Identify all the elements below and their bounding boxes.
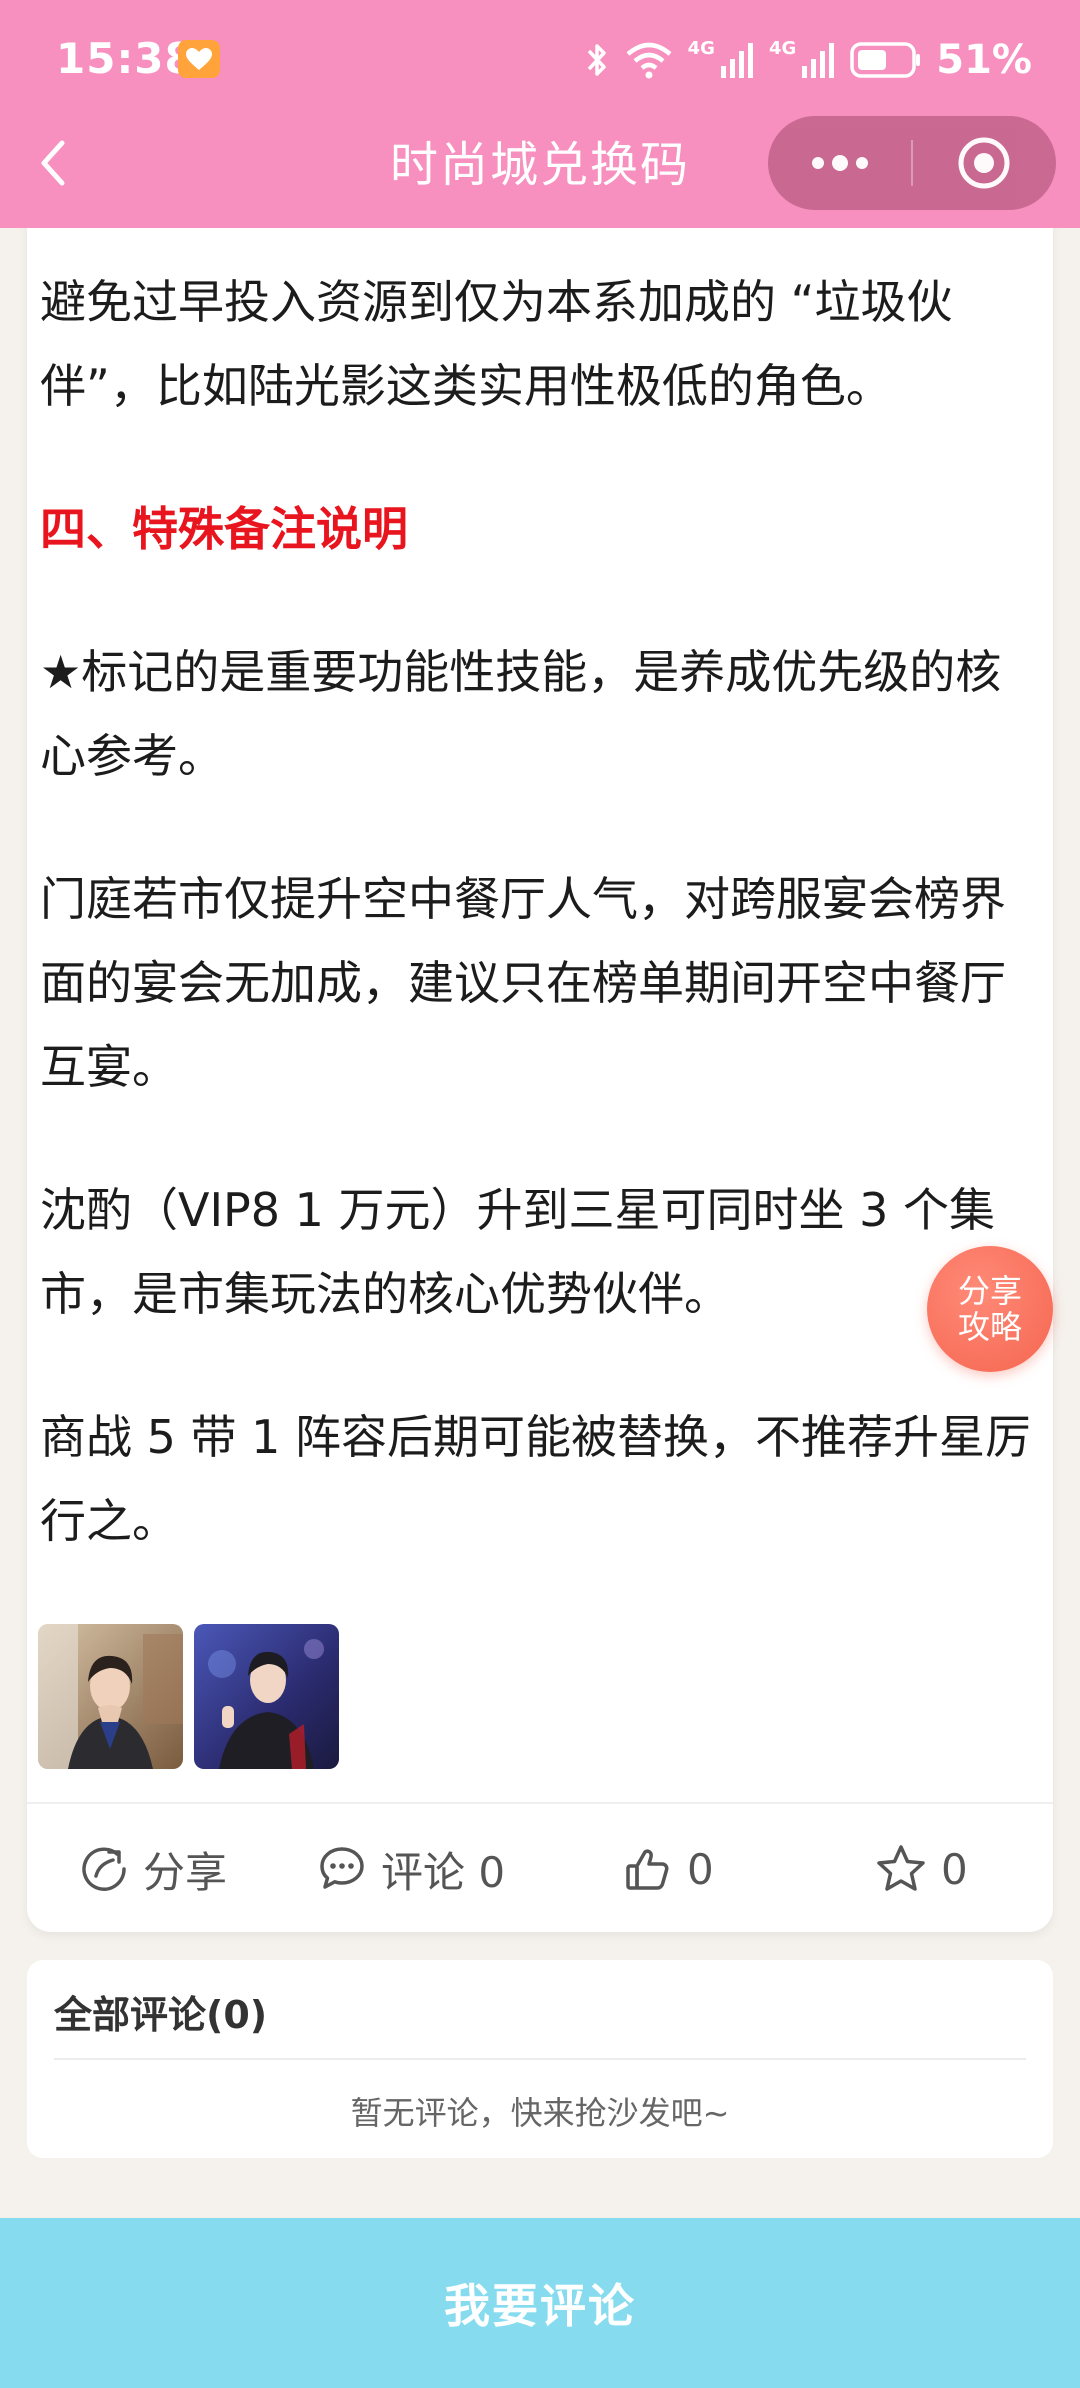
article-paragraph: 沈酌（VIP8 1 万元）升到三星可同时坐 3 个集市，是市集玩法的核心优势伙伴… <box>40 1183 996 1321</box>
more-button[interactable] <box>768 116 912 210</box>
favorite-action[interactable]: 0 <box>875 1804 968 1934</box>
character-thumbnail[interactable] <box>194 1624 339 1769</box>
article-paragraph: 商战 5 带 1 阵容后期可能被替换，不推荐升星厉行之。 <box>40 1410 1032 1548</box>
comment-action[interactable]: 评论 0 <box>317 1804 505 1934</box>
article-images <box>38 1624 339 1769</box>
heart-app-icon <box>178 40 220 78</box>
like-action[interactable]: 0 <box>623 1804 714 1934</box>
network-label-1: 4G <box>687 37 715 59</box>
status-time: 15:38 <box>56 34 195 83</box>
share-guide-line1: 分享 <box>957 1272 1022 1310</box>
bluetooth-icon <box>587 44 606 76</box>
battery-icon <box>850 42 921 78</box>
signal-icon <box>802 43 835 78</box>
close-mini-program-button[interactable] <box>912 116 1056 210</box>
mini-program-capsule <box>768 116 1056 210</box>
share-action[interactable]: 分享 <box>79 1804 227 1934</box>
share-icon <box>82 1847 126 1891</box>
share-label: 分享 <box>143 1847 228 1897</box>
comment-bubble-icon <box>320 1847 364 1889</box>
article-card: 避免过早投入资源到仅为本系加成的 “垃圾伙伴”，比如陆光影这类实用性极低的角色。… <box>27 190 1053 1932</box>
target-circle-icon <box>958 137 1010 189</box>
thumbs-up-icon <box>626 1849 669 1890</box>
article-paragraph: ★标记的是重要功能性技能，是养成优先级的核心参考。 <box>40 645 1002 783</box>
favorite-count: 0 <box>941 1844 968 1894</box>
share-guide-line2: 攻略 <box>957 1308 1022 1346</box>
battery-percent: 51% <box>936 37 1032 83</box>
comments-empty-text: 暂无评论，快来抢沙发吧~ <box>350 2094 730 2132</box>
share-guide-button[interactable]: 分享 攻略 <box>927 1246 1053 1372</box>
network-label-2: 4G <box>768 37 797 59</box>
comments-section: 全部评论(0) 暂无评论，快来抢沙发吧~ <box>27 1960 1053 2158</box>
article-paragraph: 避免过早投入资源到仅为本系加成的 “垃圾伙伴”，比如陆光影这类实用性极低的角色。 <box>40 275 953 413</box>
section-heading: 四、特殊备注说明 <box>40 502 408 556</box>
divider <box>54 2058 1026 2060</box>
wifi-icon <box>626 42 672 79</box>
like-count: 0 <box>687 1844 714 1894</box>
article-action-bar: 分享 评论 0 0 0 <box>27 1802 1053 1932</box>
article-body: 避免过早投入资源到仅为本系加成的 “垃圾伙伴”，比如陆光影这类实用性极低的角色。… <box>40 260 1040 1563</box>
more-dots-icon <box>812 155 868 171</box>
star-icon <box>877 1845 925 1891</box>
write-comment-button[interactable]: 我要评论 <box>0 2218 1080 2388</box>
signal-icon <box>720 43 753 78</box>
character-thumbnail[interactable] <box>38 1624 183 1769</box>
comment-label: 评论 0 <box>381 1847 506 1897</box>
article-paragraph: 门庭若市仅提升空中餐厅人气，对跨服宴会榜界面的宴会无加成，建议只在榜单期间开空中… <box>40 872 1006 1094</box>
header: 15:38 4G 4G 51% 时尚城兑换码 <box>0 0 1080 228</box>
status-bar: 15:38 4G 4G 51% <box>0 0 1080 120</box>
comments-title: 全部评论(0) <box>54 1993 268 2037</box>
status-icons: 4G 4G 51% <box>584 34 1032 86</box>
